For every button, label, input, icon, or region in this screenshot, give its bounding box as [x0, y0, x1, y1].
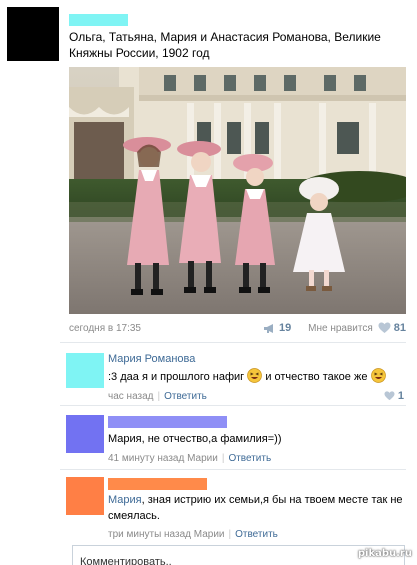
post-date[interactable]: сегодня в 17:35	[69, 323, 141, 334]
reply-button[interactable]: Ответить	[228, 453, 271, 464]
comment-author-redacted[interactable]	[108, 416, 227, 428]
divider	[60, 469, 406, 470]
comment-text-part1: :3 даа я и прошлого нафиг	[108, 371, 245, 383]
meta-separator: |	[221, 453, 225, 464]
share-button[interactable]: 19	[263, 322, 291, 334]
divider	[60, 405, 406, 406]
like-count: 81	[393, 322, 406, 334]
laughing-emoji-icon	[247, 368, 263, 383]
like-button[interactable]: Мне нравится 81	[308, 322, 406, 334]
post-photo[interactable]	[69, 67, 406, 314]
comment-text: Мария, зная истрию их семьи,я бы на твое…	[108, 492, 404, 524]
megaphone-icon	[264, 323, 273, 333]
comment-text: :3 даа я и прошлого нафиг и отчество так…	[108, 368, 404, 385]
comment-author[interactable]: Мария Романова	[108, 353, 195, 365]
reply-button[interactable]: Ответить	[164, 391, 207, 402]
comment-meta: час назад | Ответить	[108, 391, 207, 402]
reply-button[interactable]: Ответить	[235, 529, 278, 540]
meta-separator: |	[157, 391, 161, 402]
watermark: pikabu.ru	[357, 548, 412, 559]
meta-separator: |	[228, 529, 232, 540]
comment-time[interactable]: 41 минуту назад Марии	[108, 453, 218, 464]
comment-meta: три минуты назад Марии | Ответить	[108, 529, 278, 540]
comment-time[interactable]: час назад	[108, 391, 154, 402]
like-label: Мне нравится	[308, 322, 373, 334]
comment-time[interactable]: три минуты назад Марии	[108, 529, 225, 540]
share-count: 19	[279, 322, 292, 334]
comment-body: , зная истрию их семьи,я бы на твоем мес…	[108, 494, 403, 522]
comment-text-part2: и отчество такое же	[265, 371, 368, 383]
heart-icon	[378, 322, 391, 333]
comment-meta: 41 минуту назад Марии | Ответить	[108, 453, 271, 464]
commenter-avatar[interactable]	[66, 415, 104, 453]
commenter-avatar[interactable]	[66, 353, 104, 388]
commenter-avatar[interactable]	[66, 477, 104, 515]
divider	[60, 342, 406, 343]
photo-illustration	[69, 67, 406, 314]
heart-icon	[384, 391, 395, 401]
comment-author-redacted[interactable]	[108, 478, 207, 490]
post-author-redacted[interactable]	[69, 14, 128, 26]
laughing-emoji-icon	[370, 368, 386, 383]
comment-box[interactable]	[72, 545, 405, 565]
comment-input[interactable]	[80, 556, 380, 565]
post-meta: сегодня в 17:35 19 Мне нравится 81	[69, 321, 406, 337]
post-avatar[interactable]	[7, 7, 59, 61]
comment-addressee[interactable]: Мария	[108, 494, 142, 506]
post-caption: Ольга, Татьяна, Мария и Анастасия Романо…	[69, 30, 381, 60]
comment-text: Мария, не отчество,а фамилия=))	[108, 433, 282, 445]
comment-like-button[interactable]: 1	[384, 390, 404, 402]
comment-like-count: 1	[397, 390, 404, 402]
